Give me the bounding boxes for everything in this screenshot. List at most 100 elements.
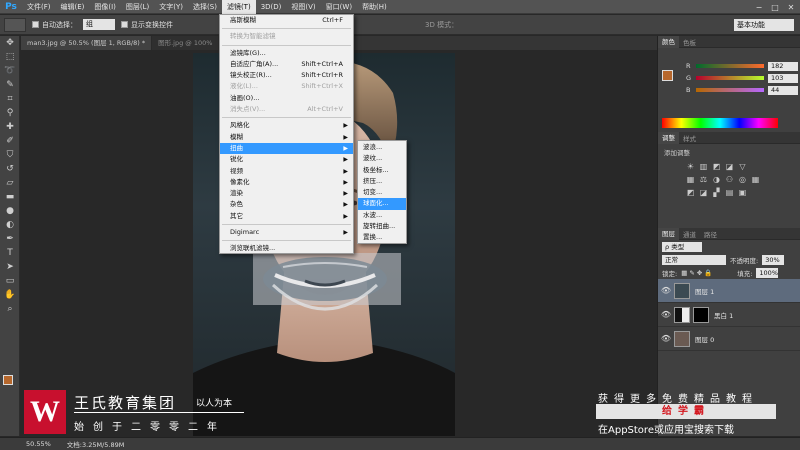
submenu-shear[interactable]: 切变... [358,187,406,198]
brightness-adjustment-icon[interactable]: ☀ [686,162,695,171]
healing-tool-icon[interactable]: ✚ [0,120,20,134]
threshold-adjustment-icon[interactable]: ▞ [712,188,721,197]
eraser-tool-icon[interactable]: ▱ [0,176,20,190]
color-spectrum-bar[interactable] [662,118,778,128]
quick-select-tool-icon[interactable]: ✎ [0,78,20,92]
menu-other[interactable]: 其它 ▶ [220,211,353,222]
gradient-tool-icon[interactable]: ▬ [0,190,20,204]
menu-digimarc[interactable]: Digimarc ▶ [220,227,353,238]
zoom-level[interactable]: 50.55% [26,440,51,448]
slider-r-value[interactable]: 182 [768,61,798,71]
visibility-eye-icon[interactable]: 👁 [658,334,674,343]
slider-g[interactable]: G 103 [658,72,800,84]
channel-mixer-adjustment-icon[interactable]: ◎ [738,175,747,184]
menu-sharpen[interactable]: 锐化 ▶ [220,154,353,165]
move-tool-preset[interactable] [4,17,26,32]
layer-row-bw1[interactable]: 👁 黑白 1 [658,303,800,327]
menu-file[interactable]: 文件(F) [22,0,56,14]
tab-paths[interactable]: 路径 [700,229,721,239]
eyedropper-tool-icon[interactable]: ⚲ [0,106,20,120]
close-button[interactable]: ✕ [784,2,798,13]
layer-row-layer1[interactable]: 👁 图层 1 [658,279,800,303]
posterize-adjustment-icon[interactable]: ◪ [699,188,708,197]
slider-g-track[interactable] [696,76,764,80]
stamp-tool-icon[interactable]: ⛉ [0,148,20,162]
curves-adjustment-icon[interactable]: ◩ [712,162,721,171]
maximize-button[interactable]: □ [768,2,782,13]
brush-tool-icon[interactable]: ✐ [0,134,20,148]
slider-r[interactable]: R 182 [658,60,800,72]
submenu-ripple[interactable]: 波纹... [358,153,406,164]
foreground-color-swatch[interactable] [3,375,13,385]
menu-layer[interactable]: 图层(L) [121,0,154,14]
auto-select-option[interactable]: 自动选择： [32,20,77,30]
menu-lens-correction[interactable]: 镜头校正(R)... Shift+Ctrl+R [220,70,353,81]
black-white-adjustment-icon[interactable]: ◑ [712,175,721,184]
menu-filter-gallery[interactable]: 滤镜库(G)... [220,48,353,59]
slider-g-value[interactable]: 103 [768,73,798,83]
menu-help[interactable]: 帮助(H) [357,0,392,14]
slider-b-value[interactable]: 44 [768,85,798,95]
menu-view[interactable]: 视图(V) [286,0,320,14]
invert-adjustment-icon[interactable]: ◩ [686,188,695,197]
vibrance-adjustment-icon[interactable]: ▽ [738,162,747,171]
doc-tab-man3[interactable]: man3.jpg @ 50.5% (图层 1, RGB/8) * [21,36,153,50]
menu-oil-paint[interactable]: 油画(O)... [220,93,353,104]
blur-tool-icon[interactable]: ● [0,204,20,218]
tab-channels[interactable]: 通道 [679,229,700,239]
crop-tool-icon[interactable]: ⌗ [0,92,20,106]
workspace-dropdown[interactable]: 基本功能 [734,19,794,31]
menu-render[interactable]: 渲染 ▶ [220,188,353,199]
type-tool-icon[interactable]: T [0,246,20,260]
menu-browse-filters-online[interactable]: 浏览联机滤镜... [220,243,353,254]
hand-tool-icon[interactable]: ✋ [0,288,20,302]
submenu-polar-coordinates[interactable]: 极坐标... [358,165,406,176]
dodge-tool-icon[interactable]: ◐ [0,218,20,232]
submenu-displace[interactable]: 置换... [358,232,406,243]
auto-select-dropdown[interactable]: 组 [83,19,115,30]
submenu-zigzag[interactable]: 水波... [358,210,406,221]
doc-tab-graphic[interactable]: 图形.jpg @ 100% [152,36,220,50]
menu-select[interactable]: 选择(S) [188,0,222,14]
show-transform-checkbox[interactable] [121,21,128,28]
blend-mode-dropdown[interactable]: 正常 [662,254,726,265]
show-transform-option[interactable]: 显示变换控件 [121,20,173,30]
tab-styles[interactable]: 样式 [679,133,700,143]
minimize-button[interactable]: − [752,2,766,13]
path-select-tool-icon[interactable]: ➤ [0,260,20,274]
menu-filter[interactable]: 滤镜(T) [221,0,256,14]
gradient-map-adjustment-icon[interactable]: ▤ [725,188,734,197]
menu-distort[interactable]: 扭曲 ▶ [220,142,353,155]
lock-icons[interactable]: ▦ ✎ ✥ 🔒 [681,269,733,277]
pen-tool-icon[interactable]: ✒ [0,232,20,246]
visibility-eye-icon[interactable]: 👁 [658,286,674,295]
history-brush-tool-icon[interactable]: ↺ [0,162,20,176]
marquee-tool-icon[interactable]: ⬚ [0,50,20,64]
layer-kind-filter[interactable]: ρ 类型 [662,241,702,252]
menu-stylize[interactable]: 风格化 ▶ [220,120,353,131]
selective-color-adjustment-icon[interactable]: ▣ [738,188,747,197]
zoom-tool-icon[interactable]: ⌕ [0,302,20,316]
menu-blur[interactable]: 模糊 ▶ [220,132,353,143]
visibility-eye-icon[interactable]: 👁 [658,310,674,319]
menu-edit[interactable]: 编辑(E) [56,0,90,14]
fill-input[interactable]: 100% [756,267,779,278]
layer-row-layer0[interactable]: 👁 图层 0 [658,327,800,351]
submenu-spherize[interactable]: 球面化... [358,198,406,210]
submenu-twirl[interactable]: 旋转扭曲... [358,221,406,232]
slider-b-track[interactable] [696,88,764,92]
menu-type[interactable]: 文字(Y) [154,0,188,14]
menu-image[interactable]: 图像(I) [89,0,121,14]
menu-video[interactable]: 视频 ▶ [220,166,353,177]
photo-filter-adjustment-icon[interactable]: ⚇ [725,175,734,184]
slider-b[interactable]: B 44 [658,84,800,96]
hue-saturation-adjustment-icon[interactable]: ▦ [686,175,695,184]
submenu-wave[interactable]: 波浪... [358,142,406,153]
shape-tool-icon[interactable]: ▭ [0,274,20,288]
exposure-adjustment-icon[interactable]: ◪ [725,162,734,171]
menu-window[interactable]: 窗口(W) [321,0,357,14]
menu-3d[interactable]: 3D(D) [256,0,287,14]
tab-color[interactable]: 颜色 [658,35,679,48]
menu-noise[interactable]: 杂色 ▶ [220,199,353,210]
lasso-tool-icon[interactable]: ➰ [0,64,20,78]
